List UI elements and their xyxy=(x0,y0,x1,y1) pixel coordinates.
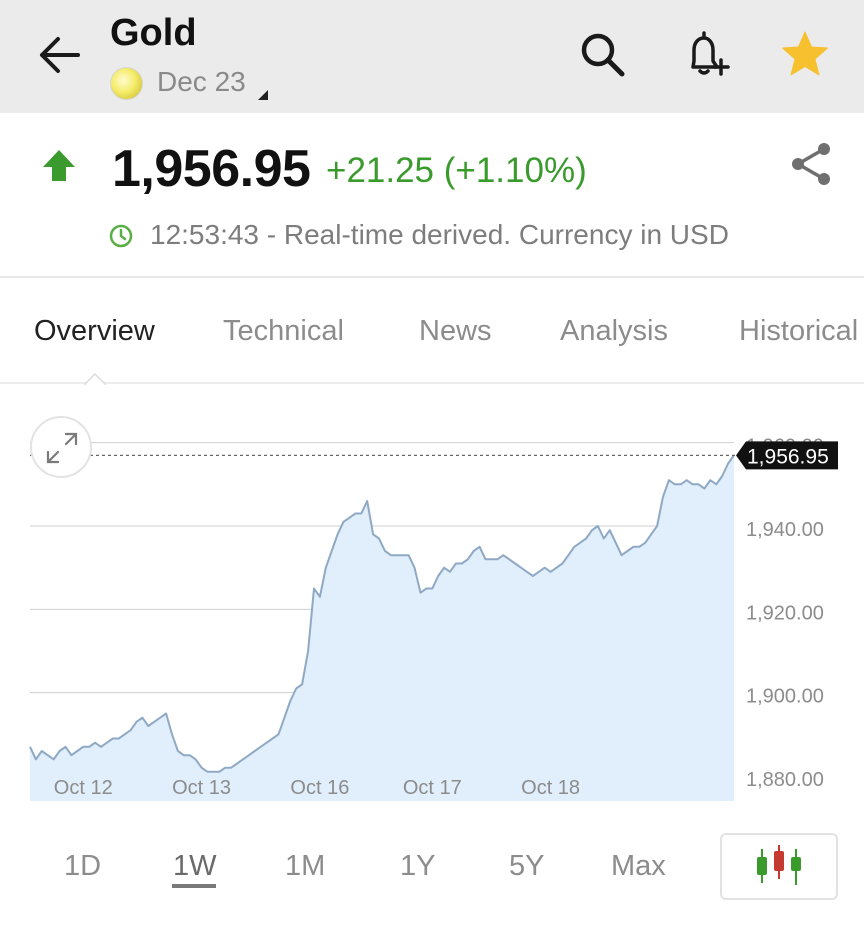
gold-coin-icon xyxy=(110,67,143,100)
tab-overview[interactable]: Overview xyxy=(34,315,155,348)
quote-panel: 1,956.95 +21.25 (+1.10%) 12:53:43 - Real… xyxy=(0,113,864,278)
add-alert-button[interactable] xyxy=(680,28,734,82)
x-tick-label: Oct 13 xyxy=(172,777,231,799)
last-price: 1,956.95 xyxy=(112,140,311,198)
price-change: +21.25 (+1.10%) xyxy=(326,151,587,190)
price-area xyxy=(30,455,734,801)
tab-analysis[interactable]: Analysis xyxy=(560,315,668,348)
x-tick-label: Oct 18 xyxy=(521,777,580,799)
star-icon xyxy=(782,31,828,76)
x-tick-label: Oct 17 xyxy=(403,777,462,799)
current-price-label: 1,956.95 xyxy=(747,445,829,468)
search-button[interactable] xyxy=(576,28,630,82)
x-tick-label: Oct 16 xyxy=(290,777,349,799)
chart-type-button[interactable] xyxy=(720,833,838,900)
search-icon xyxy=(581,33,625,77)
tab-news[interactable]: News xyxy=(419,315,492,348)
tab-historical[interactable]: Historical xyxy=(739,315,858,348)
contract-selector[interactable]: Dec 23 xyxy=(157,66,246,98)
section-tabs: Overview Technical News Analysis Histori… xyxy=(0,280,864,384)
x-tick-label: Oct 12 xyxy=(54,777,113,799)
range-max[interactable]: Max xyxy=(611,850,666,883)
range-1y[interactable]: 1Y xyxy=(400,850,435,883)
active-tab-indicator xyxy=(84,373,106,385)
tab-technical[interactable]: Technical xyxy=(223,315,344,348)
share-icon xyxy=(792,143,830,185)
top-app-bar: Gold Dec 23 xyxy=(0,0,864,113)
quote-timestamp: 12:53:43 - Real-time derived. Currency i… xyxy=(150,219,729,250)
range-1d[interactable]: 1D xyxy=(64,850,101,883)
price-chart[interactable]: 1,960.001,940.001,920.001,900.001,880.00… xyxy=(0,396,864,816)
clock-icon xyxy=(108,223,134,249)
y-tick-label: 1,900.00 xyxy=(746,686,824,708)
arrow-up-icon xyxy=(40,147,78,185)
y-tick-label: 1,920.00 xyxy=(746,602,824,624)
expand-chart-button[interactable] xyxy=(30,416,92,478)
y-tick-label: 1,880.00 xyxy=(746,769,824,791)
share-button[interactable] xyxy=(788,141,834,187)
bell-plus-icon xyxy=(691,31,730,76)
back-button[interactable] xyxy=(34,30,84,80)
candlestick-icon xyxy=(757,845,801,885)
favorite-button[interactable] xyxy=(778,28,832,82)
y-tick-label: 1,940.00 xyxy=(746,519,824,541)
dropdown-triangle-icon[interactable] xyxy=(258,90,268,100)
active-range-underline xyxy=(172,884,216,888)
range-1m[interactable]: 1M xyxy=(285,850,325,883)
instrument-title: Gold xyxy=(110,12,197,54)
range-1w[interactable]: 1W xyxy=(173,850,217,883)
range-5y[interactable]: 5Y xyxy=(509,850,544,883)
arrow-left-icon xyxy=(40,37,80,73)
expand-icon xyxy=(46,432,78,464)
